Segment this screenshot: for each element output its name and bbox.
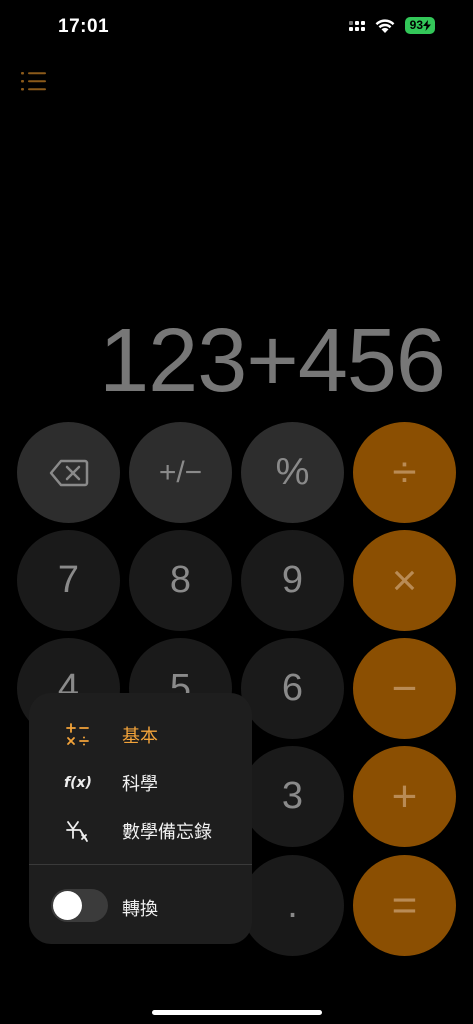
- cellular-signal-icon: [348, 20, 365, 31]
- menu-item-math-notes[interactable]: 數學備忘錄: [29, 811, 252, 851]
- divide-button[interactable]: ÷: [353, 422, 456, 523]
- minus-button[interactable]: −: [353, 638, 456, 739]
- convert-toggle[interactable]: [51, 889, 108, 922]
- digit-6-button[interactable]: 6: [241, 638, 344, 739]
- calculator-mode-menu: 基本 f(x) 科學 數學備忘錄 轉換: [29, 693, 252, 944]
- status-indicators: 93: [348, 17, 435, 34]
- menu-item-label: 數學備忘錄: [122, 822, 212, 843]
- basic-operations-icon: [63, 720, 93, 750]
- equals-button[interactable]: =: [353, 855, 456, 956]
- backspace-button[interactable]: [17, 422, 120, 523]
- wifi-icon: [375, 19, 395, 33]
- math-notes-icon: [63, 816, 93, 846]
- list-menu-icon[interactable]: [20, 70, 48, 92]
- plus-button[interactable]: +: [353, 746, 456, 847]
- toggle-knob: [53, 891, 82, 920]
- home-indicator[interactable]: [152, 1010, 322, 1015]
- menu-item-label: 基本: [122, 726, 158, 747]
- multiply-button[interactable]: ×: [353, 530, 456, 631]
- digit-8-button[interactable]: 8: [129, 530, 232, 631]
- function-icon: f(x): [64, 775, 92, 791]
- decimal-button[interactable]: .: [241, 855, 344, 956]
- status-time: 17:01: [58, 16, 110, 37]
- result-display: 123+456: [99, 311, 446, 411]
- plus-minus-button[interactable]: +/−: [129, 422, 232, 523]
- menu-item-basic[interactable]: 基本: [29, 715, 252, 755]
- backspace-icon: [49, 459, 88, 486]
- menu-divider: [29, 864, 252, 865]
- percent-button[interactable]: %: [241, 422, 344, 523]
- digit-9-button[interactable]: 9: [241, 530, 344, 631]
- convert-toggle-label: 轉換: [122, 899, 158, 920]
- battery-level: 93: [409, 18, 423, 32]
- digit-7-button[interactable]: 7: [17, 530, 120, 631]
- digit-3-button[interactable]: 3: [241, 746, 344, 847]
- menu-item-label: 科學: [122, 774, 158, 795]
- charging-bolt-icon: [423, 20, 431, 31]
- menu-item-scientific[interactable]: f(x) 科學: [29, 763, 252, 803]
- battery-indicator: 93: [404, 17, 435, 34]
